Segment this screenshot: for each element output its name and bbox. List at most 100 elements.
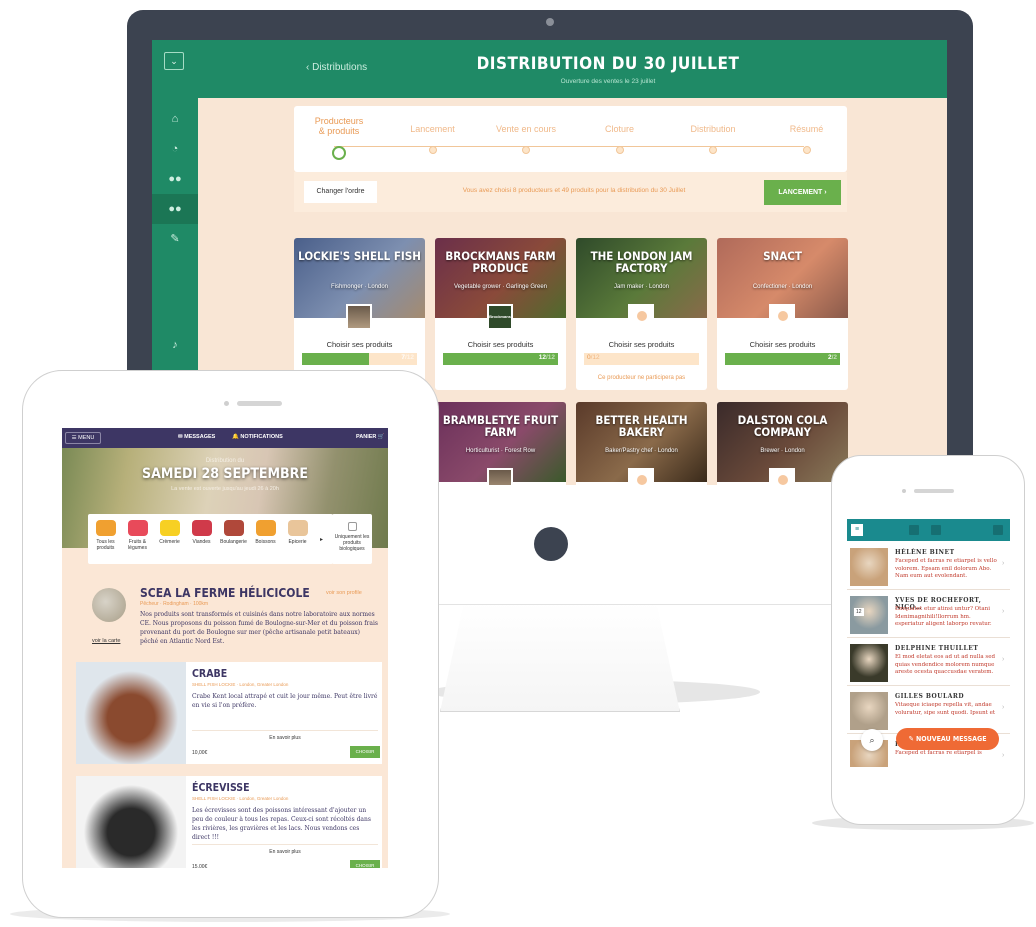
step-4[interactable]: Distribution bbox=[668, 106, 758, 154]
choose-products-link[interactable]: Choisir ses produits bbox=[576, 340, 707, 349]
step-0[interactable]: Producteurs & produits bbox=[294, 106, 384, 160]
producer-name: LOCKIE'S SHELL FISH bbox=[298, 249, 421, 263]
sender-avatar bbox=[850, 692, 888, 730]
launch-button[interactable]: LANCEMENT › bbox=[764, 180, 841, 205]
view-map-link[interactable]: voir la carte bbox=[92, 638, 120, 644]
category-filter: Tous les produits Fruits & légumes Crèmeri… bbox=[88, 514, 333, 564]
message-thread[interactable]: 12 YVES DE ROCHEFORT, NICO… Emquatet etur … bbox=[847, 591, 1010, 638]
grid-icon[interactable] bbox=[993, 525, 1003, 535]
pencil-icon[interactable]: ✎ bbox=[152, 224, 198, 254]
product-progress: 0/12 bbox=[584, 353, 699, 365]
producer-role: Baker/Pastry chef · London bbox=[605, 448, 678, 454]
category-item[interactable]: Boissons bbox=[250, 520, 281, 545]
bio-filter[interactable]: Uniquement les produits biologiques bbox=[332, 514, 372, 564]
avatar-placeholder-icon bbox=[628, 304, 654, 330]
cart-link[interactable]: PANIER 🛒 bbox=[356, 434, 385, 440]
home-icon[interactable]: ⌂ bbox=[152, 104, 198, 134]
producer-location: Pêcheur · Rodingham · 100km bbox=[140, 601, 209, 607]
product-item: CRABE SHELL FISH LOCKIE · London, Greater… bbox=[76, 662, 382, 764]
product-item: ÉCREVISSE SHELL FISH LOCKIE · London, Gre… bbox=[76, 776, 382, 868]
producer-card[interactable]: BRAMBLETYE FRUIT FARM Horticulturist · Fo… bbox=[435, 402, 566, 485]
page-title: DISTRIBUTION DU 30 JUILLET bbox=[476, 54, 740, 74]
producer-role: Horticulturist · Forest Row bbox=[465, 448, 536, 454]
learn-more-link[interactable]: En savoir plus bbox=[192, 730, 378, 741]
phone-navbar: ≡ bbox=[847, 519, 1010, 541]
chevron-right-icon: › bbox=[1002, 752, 1005, 759]
notifications-link[interactable]: 🔔 NOTIFICATIONS bbox=[232, 434, 283, 440]
sender-avatar bbox=[850, 644, 888, 682]
product-description: Crabe Kent local attrapé et cuit le jour… bbox=[192, 693, 378, 709]
producer-role: Jam maker · London bbox=[613, 284, 670, 290]
category-item[interactable]: Fruits & légumes bbox=[122, 520, 153, 551]
producer-card[interactable]: THE LONDON JAM FACTORY Jam maker · London… bbox=[576, 238, 707, 390]
product-image bbox=[76, 776, 186, 868]
step-5[interactable]: Résumé bbox=[762, 106, 852, 154]
sender-name: HÉLÈNE BINET bbox=[895, 549, 955, 556]
category-item[interactable]: Crèmerie bbox=[154, 520, 185, 545]
category-item[interactable]: Tous les produits bbox=[90, 520, 121, 551]
producer-card[interactable]: SNACT Confectioner · London Choisir ses pr… bbox=[717, 238, 848, 390]
producer-name: BETTER HEALTH BAKERY bbox=[595, 413, 688, 439]
new-message-button[interactable]: ✎ NOUVEAU MESSAGE bbox=[896, 728, 999, 750]
sender-avatar bbox=[850, 548, 888, 586]
view-profile-link[interactable]: voir son profile bbox=[326, 590, 362, 596]
step-1[interactable]: Lancement bbox=[388, 106, 478, 154]
message-thread[interactable]: HÉLÈNE BINET Faceped et facras re etiarpe… bbox=[847, 543, 1010, 590]
category-item[interactable]: Epicerie bbox=[282, 520, 313, 545]
hero-info: La vente est ouverte jusqu'au jeudi 26 à… bbox=[171, 486, 279, 492]
category-label: Crèmerie bbox=[159, 539, 180, 545]
category-item[interactable]: Viandes bbox=[186, 520, 217, 545]
product-price: 15,00€ bbox=[192, 864, 208, 868]
back-to-distributions-link[interactable]: ‹ Distributions bbox=[306, 62, 367, 73]
product-meta: SHELL FISH LOCKIE · London, Greater Lond… bbox=[192, 682, 289, 687]
sidebar-toggle-button[interactable]: ⌄ bbox=[164, 52, 184, 70]
chat-icon[interactable] bbox=[931, 525, 941, 535]
step-label: Lancement bbox=[410, 124, 455, 134]
bio-checkbox[interactable] bbox=[347, 522, 357, 531]
category-item[interactable]: Boulangerie bbox=[218, 520, 249, 545]
tablet-camera bbox=[224, 401, 229, 406]
producer-card[interactable]: BROCKMANS FARM PRODUCE Vegetable grower ·… bbox=[435, 238, 566, 390]
producer-name: BRAMBLETYE FRUIT FARM bbox=[442, 413, 559, 439]
step-2[interactable]: Vente en cours bbox=[481, 106, 571, 154]
search-icon[interactable]: ⌕ bbox=[861, 729, 883, 751]
monitor-stand bbox=[440, 602, 680, 712]
step-3[interactable]: Cloture bbox=[575, 106, 665, 154]
message-thread[interactable]: DELPHINE THUILLET El mod eletat eos ad ut… bbox=[847, 639, 1010, 686]
sender-name: DELPHINE THUILLET bbox=[895, 645, 979, 652]
group-icon[interactable]: ●● bbox=[152, 164, 198, 194]
bell-icon[interactable]: ♪ bbox=[152, 330, 198, 360]
choose-product-button[interactable]: CHOISIR bbox=[350, 746, 380, 758]
category-label: Viandes bbox=[192, 539, 211, 545]
product-progress: 12/12 bbox=[443, 353, 558, 365]
users-icon[interactable]: ●● bbox=[152, 194, 198, 224]
tablet-speaker bbox=[237, 401, 282, 406]
menu-icon[interactable]: ≡ bbox=[851, 524, 863, 536]
message-preview: Emquatet etur atinsi untur? Otani Idenim… bbox=[895, 606, 992, 627]
producer-name: SNACT bbox=[763, 249, 802, 263]
producer-role: Brewer · London bbox=[760, 448, 805, 454]
producer-card[interactable]: LOCKIE'S SHELL FISH Fishmonger · London Ch… bbox=[294, 238, 425, 390]
chat-icon[interactable]: ◔ bbox=[152, 134, 198, 164]
progress-fill bbox=[302, 353, 369, 365]
choose-products-link[interactable]: Choisir ses produits bbox=[435, 340, 566, 349]
chevron-right-icon: › bbox=[1002, 608, 1005, 615]
menu-button[interactable]: ☰ MENU bbox=[65, 432, 101, 444]
change-order-button[interactable]: Changer l'ordre bbox=[304, 181, 377, 203]
producer-avatar bbox=[487, 468, 513, 485]
message-thread[interactable]: GILLES BOULARD Vitaeque iciaepe repella v… bbox=[847, 687, 1010, 734]
choose-product-button[interactable]: CHOISIR bbox=[350, 860, 380, 868]
producer-description: Nos produits sont transformés et cuisiné… bbox=[140, 611, 378, 645]
choose-products-link[interactable]: Choisir ses produits bbox=[294, 340, 425, 349]
messages-link[interactable]: ✉ MESSAGES bbox=[178, 434, 215, 440]
producer-card[interactable]: DALSTON COLA COMPANY Brewer · London bbox=[717, 402, 848, 485]
calendar-icon[interactable] bbox=[909, 525, 919, 535]
learn-more-link[interactable]: En savoir plus bbox=[192, 844, 378, 855]
phone-screen: ≡ HÉLÈNE BINET Faceped et facras re etiar… bbox=[847, 519, 1010, 767]
step-dot bbox=[802, 146, 811, 154]
producer-card[interactable]: BETTER HEALTH BAKERY Baker/Pastry chef · … bbox=[576, 402, 707, 485]
category-label: Boulangerie bbox=[220, 539, 247, 545]
choose-products-link[interactable]: Choisir ses produits bbox=[717, 340, 848, 349]
category-icon bbox=[95, 520, 116, 536]
chevron-right-icon[interactable]: ▸ bbox=[320, 536, 323, 543]
